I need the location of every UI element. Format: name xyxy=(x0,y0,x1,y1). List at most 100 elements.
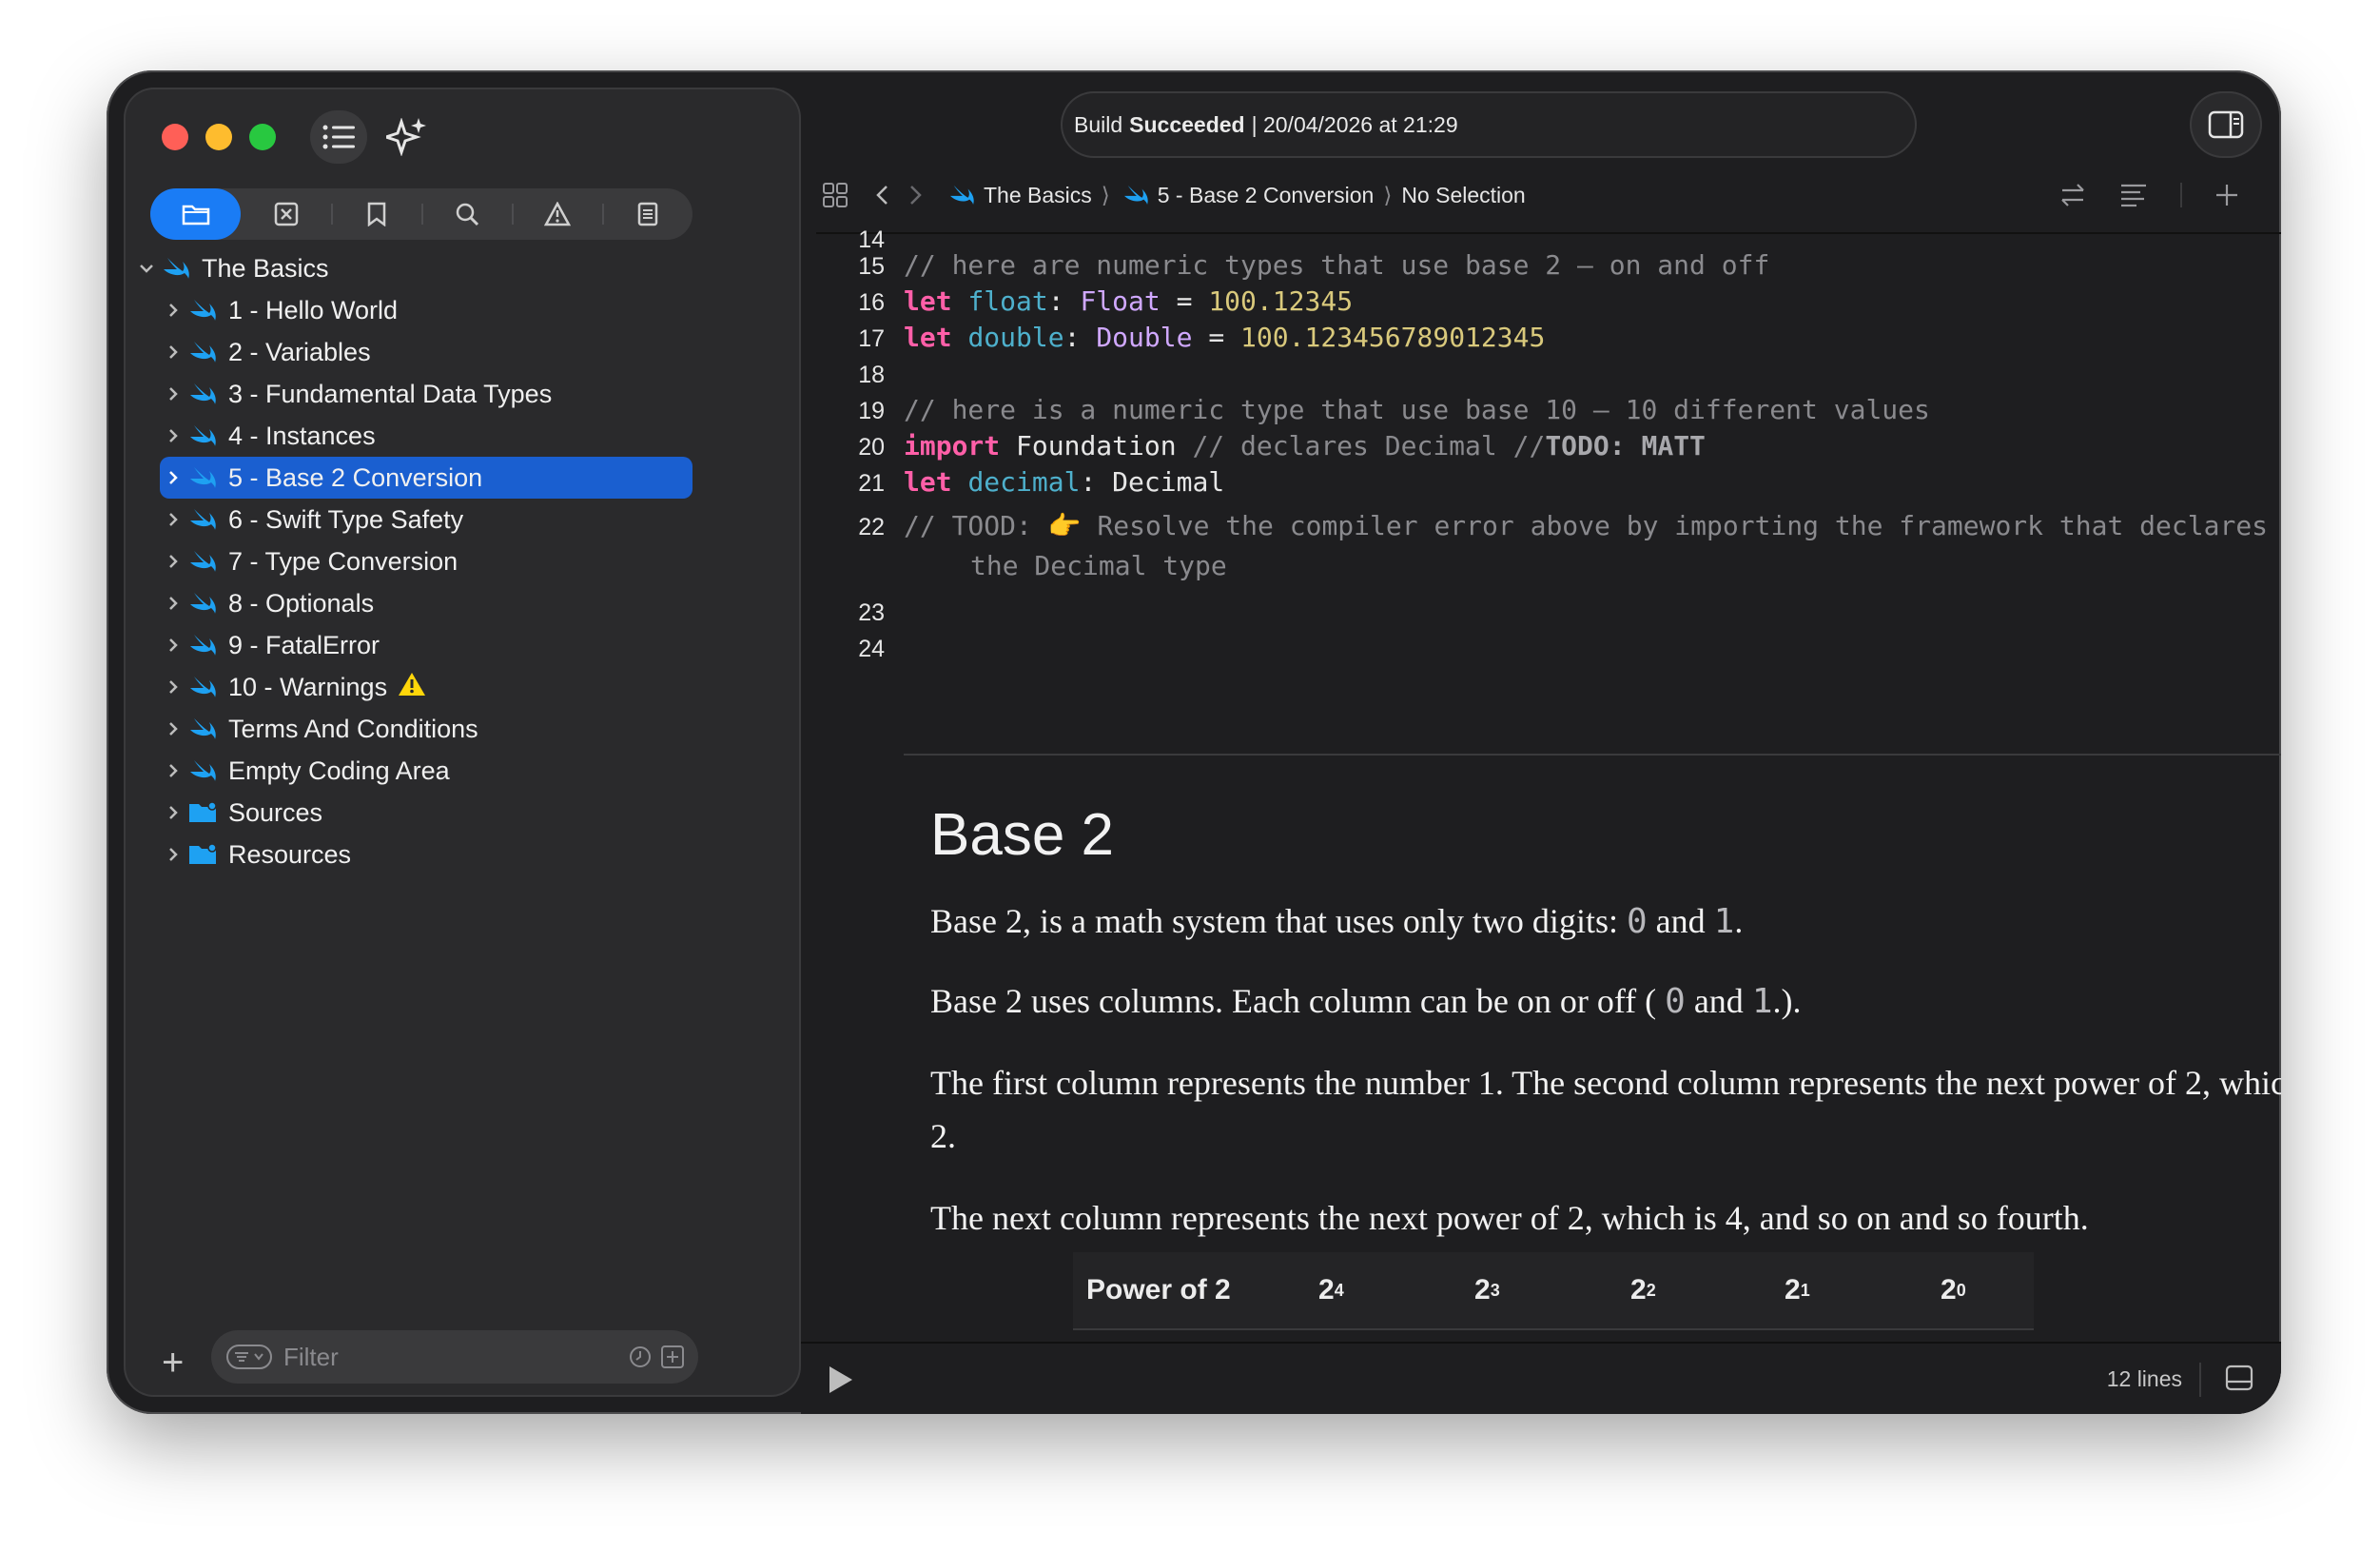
editor-status-bar: 12 lines xyxy=(801,1342,2281,1414)
chevron-right-icon[interactable] xyxy=(160,679,186,695)
sidebar-item[interactable]: 1 - Hello World xyxy=(160,289,693,331)
swap-arrows-icon[interactable] xyxy=(2058,181,2087,209)
chevron-right-icon[interactable] xyxy=(160,638,186,653)
sidebar-item-label: 2 - Variables xyxy=(228,337,371,366)
sidebar-item[interactable]: 9 - FatalError xyxy=(160,624,693,666)
xcode-window: The Basics 1 - Hello World 2 - Variables 3… xyxy=(107,70,2281,1414)
chevron-right-icon[interactable] xyxy=(906,184,925,206)
chevron-right-icon[interactable] xyxy=(160,805,186,820)
tab-find[interactable] xyxy=(421,188,512,240)
breadcrumb-page[interactable]: 5 - Base 2 Conversion xyxy=(1158,183,1375,208)
play-icon[interactable] xyxy=(826,1364,854,1395)
recent-files-icon[interactable] xyxy=(628,1345,653,1369)
swift-icon xyxy=(186,338,219,366)
navigator-filter[interactable]: Filter xyxy=(211,1330,698,1384)
sidebar-item[interactable]: 2 - Variables xyxy=(160,331,693,373)
code-line-22[interactable]: // TOOD: 👉 Resolve the compiler error ab… xyxy=(904,510,2268,541)
swift-icon xyxy=(160,254,192,283)
tab-issues[interactable] xyxy=(512,188,602,240)
build-label: Build xyxy=(1074,111,1123,137)
intelligence-button[interactable] xyxy=(379,110,436,164)
tab-reports[interactable] xyxy=(602,188,693,240)
code-module: Foundation xyxy=(1000,430,1193,461)
code-comment: // TOOD: 👉 Resolve the compiler error ab… xyxy=(904,510,2269,541)
chevron-right-icon[interactable] xyxy=(160,596,186,611)
line-number: 20 xyxy=(858,434,885,461)
line-number: 15 xyxy=(858,253,885,280)
editor-options-icon[interactable] xyxy=(2119,183,2148,207)
sidebar-item[interactable]: 4 - Instances xyxy=(160,415,693,457)
add-editor-icon[interactable] xyxy=(2214,183,2239,207)
sidebar-item-label: 6 - Swift Type Safety xyxy=(228,504,464,534)
sidebar-item[interactable]: 6 - Swift Type Safety xyxy=(160,499,693,540)
line-number: 21 xyxy=(858,470,885,497)
sidebar-item-label: Sources xyxy=(228,797,323,827)
list-icon xyxy=(322,125,355,149)
sidebar-item[interactable]: 10 - Warnings xyxy=(160,666,693,708)
code-operator: = xyxy=(1192,322,1241,353)
chevron-left-icon[interactable] xyxy=(873,184,892,206)
sidebar-item[interactable]: Resources xyxy=(160,834,693,875)
line-number: 22 xyxy=(858,514,885,540)
swift-icon xyxy=(186,631,219,659)
breadcrumb-selection[interactable]: No Selection xyxy=(1401,183,1525,208)
sidebar-item[interactable]: Sources xyxy=(160,792,693,834)
code-line-15[interactable]: // here are numeric types that use base … xyxy=(904,249,1769,281)
source-control-filter-icon[interactable] xyxy=(660,1345,685,1369)
related-items-icon[interactable] xyxy=(822,182,849,208)
chevron-down-icon[interactable] xyxy=(133,263,160,274)
line-number: 17 xyxy=(858,325,885,352)
filter-input[interactable]: Filter xyxy=(283,1343,339,1372)
toggle-navigator-button[interactable] xyxy=(310,110,367,164)
sidebar-item-label: 8 - Optionals xyxy=(228,588,375,618)
tree-root-the-basics[interactable]: The Basics xyxy=(133,247,666,289)
code-editor[interactable]: 14 15 // here are numeric types that use… xyxy=(816,226,2281,1186)
code-line-17[interactable]: let double: Double = 100.123456789012345 xyxy=(904,322,1545,353)
sidebar-item[interactable]: 8 - Optionals xyxy=(160,582,693,624)
chevron-right-icon[interactable] xyxy=(160,721,186,736)
breadcrumb-project[interactable]: The Basics xyxy=(984,183,1092,208)
code-comment: // declares Decimal // xyxy=(1192,430,1546,461)
debug-area-toggle-icon[interactable] xyxy=(2224,1363,2254,1393)
doc-paragraph-3: The first column represents the number 1… xyxy=(930,1064,2281,1155)
swift-icon xyxy=(186,756,219,785)
add-file-button[interactable]: + xyxy=(162,1344,184,1382)
minimize-window-button[interactable] xyxy=(205,124,232,150)
code-keyword: import xyxy=(904,430,1001,461)
code-line-19[interactable]: // here is a numeric type that use base … xyxy=(904,394,1930,425)
code-identifier: double xyxy=(967,322,1064,353)
sidebar-item[interactable]: 5 - Base 2 Conversion xyxy=(160,457,693,499)
sidebar-item[interactable]: 7 - Type Conversion xyxy=(160,540,693,582)
chevron-right-icon[interactable] xyxy=(160,554,186,569)
chevron-right-icon[interactable] xyxy=(160,847,186,862)
zoom-window-button[interactable] xyxy=(249,124,276,150)
close-window-button[interactable] xyxy=(162,124,188,150)
toggle-inspector-button[interactable] xyxy=(2190,91,2262,158)
code-line-16[interactable]: let float: Float = 100.12345 xyxy=(904,285,1353,317)
sidebar-item[interactable]: 3 - Fundamental Data Types xyxy=(160,373,693,415)
code-line-21[interactable]: let decimal: Decimal xyxy=(904,466,1224,498)
code-line-22-wrap[interactable]: the Decimal type xyxy=(970,550,1227,581)
code-line-20[interactable]: import Foundation // declares Decimal //… xyxy=(904,430,1706,461)
sidebar-item-label: 10 - Warnings xyxy=(228,672,388,701)
tab-bookmarks[interactable] xyxy=(331,188,421,240)
tab-source-control[interactable] xyxy=(241,188,331,240)
chevron-right-icon[interactable] xyxy=(160,386,186,402)
chevron-right-icon[interactable] xyxy=(160,763,186,778)
code-keyword: let xyxy=(904,285,952,317)
code-number: 100.123456789012345 xyxy=(1240,322,1546,353)
chevron-right-icon[interactable] xyxy=(160,428,186,443)
chevron-right-icon[interactable] xyxy=(160,303,186,318)
build-time: | 20/04/2026 at 21:29 xyxy=(1251,111,1458,137)
swift-icon xyxy=(186,505,219,534)
chevron-right-icon[interactable] xyxy=(160,344,186,360)
sidebar-item[interactable]: Empty Coding Area xyxy=(160,750,693,792)
chevron-right-icon[interactable] xyxy=(160,512,186,527)
chevron-right-icon[interactable] xyxy=(160,470,186,485)
sidebar-item-label: 1 - Hello World xyxy=(228,295,399,324)
report-icon xyxy=(637,202,657,226)
sidebar-item[interactable]: Terms And Conditions xyxy=(160,708,693,750)
tab-project-navigator[interactable] xyxy=(150,188,241,240)
swift-icon xyxy=(186,547,219,576)
code-punct: : xyxy=(1080,466,1097,498)
